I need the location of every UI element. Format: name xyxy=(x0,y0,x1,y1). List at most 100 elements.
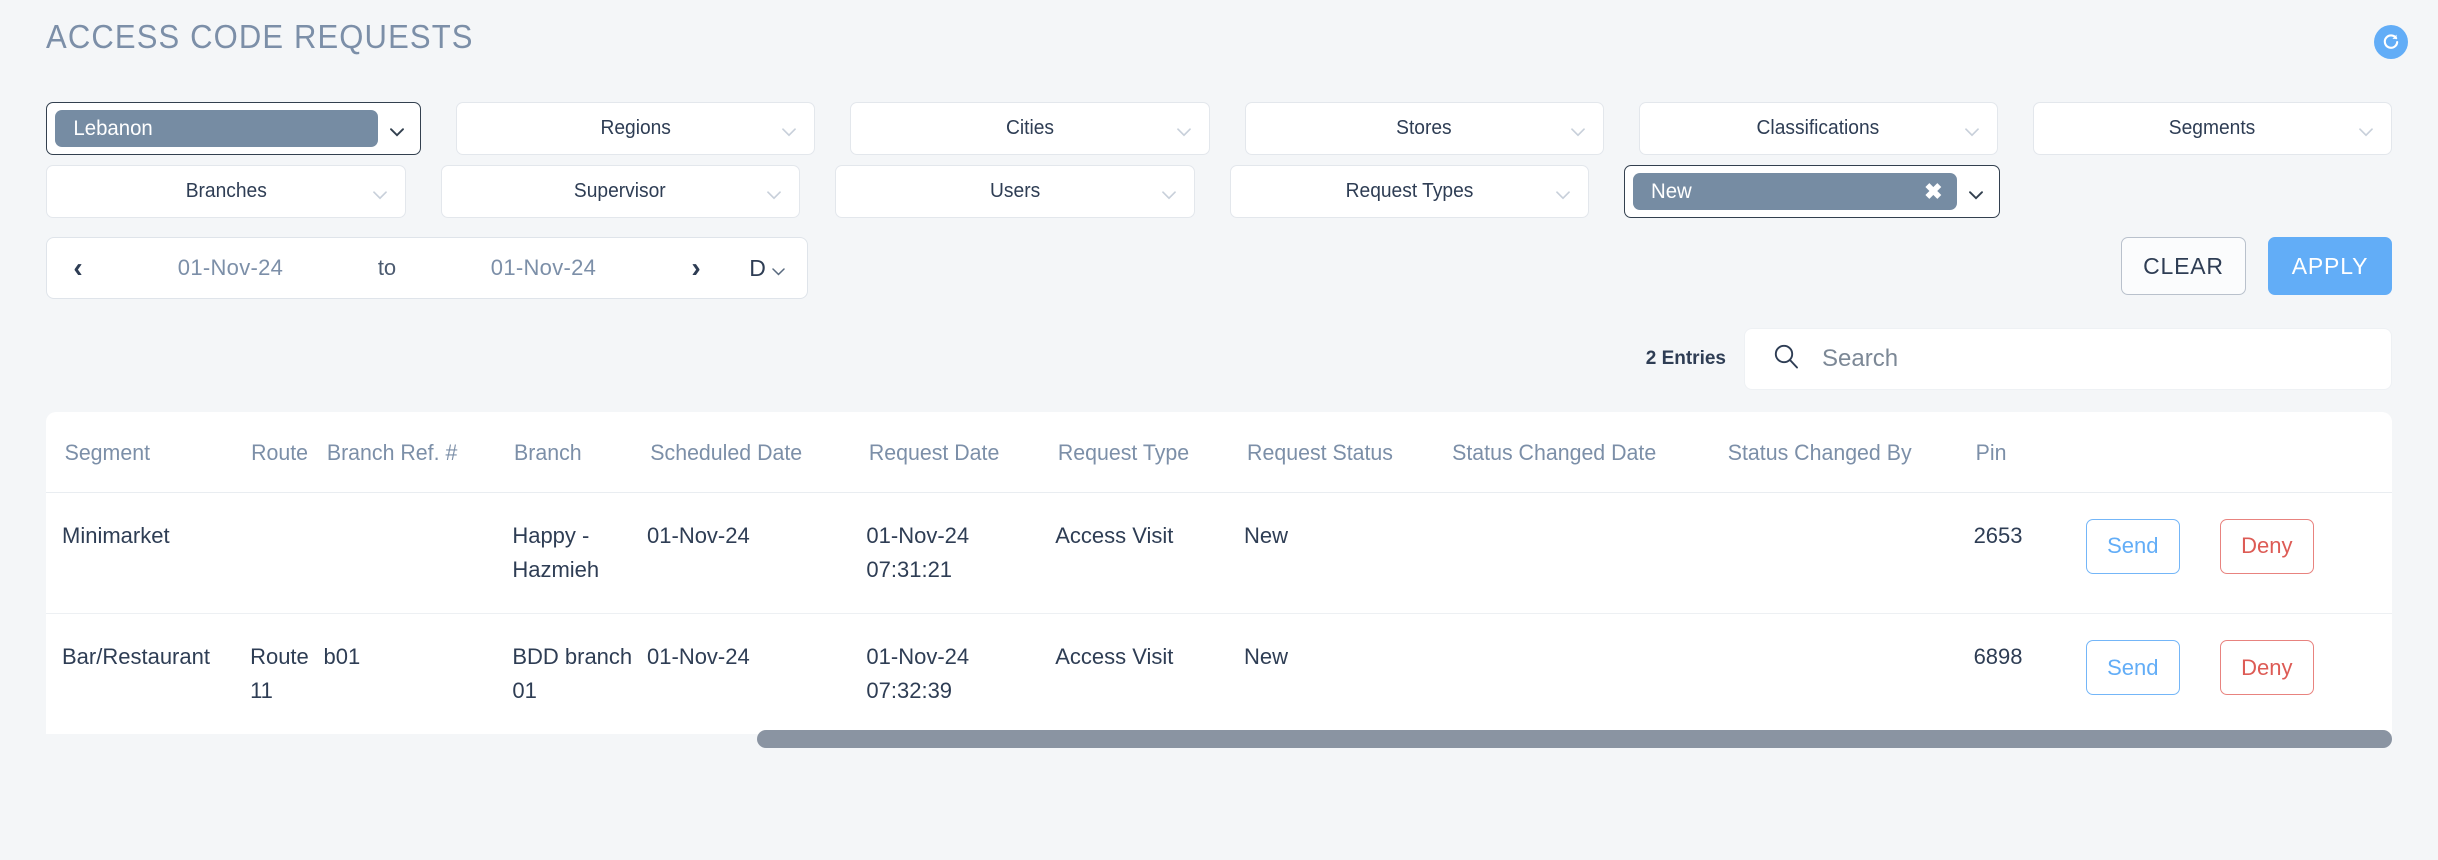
chevron-down-icon xyxy=(1161,187,1176,199)
filter-country-value: Lebanon xyxy=(73,116,153,140)
table-header-row: Segment Route Branch Ref. # Branch Sched… xyxy=(46,412,2392,493)
filter-request-types[interactable]: Request Types xyxy=(1229,165,1589,218)
column-header-request-type[interactable]: Request Type xyxy=(1058,412,1242,493)
filter-regions-label: Regions xyxy=(600,117,671,139)
filter-supervisor[interactable]: Supervisor xyxy=(440,165,800,218)
apply-button[interactable]: APPLY xyxy=(2268,237,2392,295)
cell-status-changed-date xyxy=(1448,492,1724,615)
filters-panel: Lebanon Regions Cities Stores Classifica… xyxy=(46,102,2393,228)
entries-count: 2 Entries xyxy=(1645,348,1726,369)
search-icon xyxy=(1773,343,1800,375)
filter-country-chip: Lebanon xyxy=(55,110,379,147)
chevron-down-icon xyxy=(1570,124,1585,136)
filter-users[interactable]: Users xyxy=(835,165,1195,218)
chevron-down-icon xyxy=(2359,124,2373,136)
filter-branches[interactable]: Branches xyxy=(46,165,406,218)
filter-segments[interactable]: Segments xyxy=(2032,102,2393,155)
filter-classifications[interactable]: Classifications xyxy=(1638,102,1998,155)
column-header-status-changed-by[interactable]: Status Changed By xyxy=(1727,412,1970,493)
chevron-down-icon xyxy=(1556,187,1570,199)
access-code-requests-page: ACCESS CODE REQUESTS Lebanon Regions Cit… xyxy=(0,0,2438,860)
deny-button[interactable]: Deny xyxy=(2219,640,2314,696)
filter-request-status-value: New xyxy=(1651,179,1692,203)
page-title: ACCESS CODE REQUESTS xyxy=(46,18,474,55)
cell-request-type: Access Visit xyxy=(1055,492,1244,615)
filter-cities[interactable]: Cities xyxy=(850,102,1210,155)
column-header-request-date[interactable]: Request Date xyxy=(869,412,1053,493)
filter-branches-label: Branches xyxy=(185,180,267,202)
requests-table: Segment Route Branch Ref. # Branch Sched… xyxy=(46,412,2392,735)
cell-scheduled-date: 01-Nov-24 xyxy=(647,644,750,670)
chevron-down-icon xyxy=(767,187,781,199)
chevron-down-icon xyxy=(772,255,785,282)
cell-actions: Send Deny xyxy=(2085,492,2392,615)
cell-pin: 2653 xyxy=(1973,492,2086,615)
cell-request-type: Access Visit xyxy=(1055,644,1174,670)
column-header-request-status[interactable]: Request Status xyxy=(1247,412,1445,493)
chevron-down-icon xyxy=(782,124,797,136)
filter-segments-label: Segments xyxy=(2169,117,2256,139)
cell-scheduled-date: 01-Nov-24 xyxy=(647,492,867,615)
cell-status-changed-by xyxy=(1723,492,1974,615)
column-header-branch[interactable]: Branch xyxy=(514,412,645,493)
chevron-down-icon xyxy=(1965,124,1979,136)
refresh-icon xyxy=(2381,32,2401,52)
filter-regions[interactable]: Regions xyxy=(456,102,816,155)
filter-row2-spacer xyxy=(2035,165,2393,218)
refresh-button[interactable] xyxy=(2374,25,2408,59)
send-button[interactable]: Send xyxy=(2085,519,2180,574)
date-separator: to xyxy=(377,255,397,280)
cell-branch: Happy - Hazmieh xyxy=(512,492,648,615)
date-and-actions-row: ‹ 01-Nov-24 to 01-Nov-24 › D CLEAR APPLY xyxy=(46,237,2392,299)
filter-cities-label: Cities xyxy=(1005,117,1054,139)
close-icon[interactable]: ✖ xyxy=(1914,180,1942,203)
filter-stores[interactable]: Stores xyxy=(1244,102,1604,155)
date-mode-value: D xyxy=(749,254,766,281)
filter-request-status-chip: New ✖ xyxy=(1633,173,1957,210)
column-header-status-changed-date[interactable]: Status Changed Date xyxy=(1452,412,1720,493)
cell-branch-ref: b01 xyxy=(323,644,361,670)
clear-button[interactable]: CLEAR xyxy=(2121,237,2246,295)
date-mode-selector[interactable]: D xyxy=(727,255,807,282)
column-header-pin[interactable]: Pin xyxy=(1975,412,2085,493)
cell-segment: Minimarket xyxy=(46,492,251,615)
cell-status-changed-date xyxy=(1448,614,1724,735)
filter-country[interactable]: Lebanon xyxy=(46,102,422,155)
filter-users-label: Users xyxy=(989,180,1040,202)
search-input[interactable]: Search xyxy=(1744,328,2392,390)
filter-supervisor-label: Supervisor xyxy=(574,180,667,202)
table-row[interactable]: Minimarket Happy - Hazmieh 01-Nov-24 01-… xyxy=(46,492,2392,615)
cell-actions: Send Deny xyxy=(2085,614,2392,735)
chevron-down-icon xyxy=(372,187,387,199)
table-row[interactable]: Bar/Restaurant Route 11 b01 BDD branch 0… xyxy=(46,614,2392,735)
table-toolbar: 2 Entries Search xyxy=(1646,328,2392,390)
cell-request-date: 01-Nov-24 07:31:21 xyxy=(866,492,1056,615)
cell-route xyxy=(250,492,324,615)
column-header-actions xyxy=(2090,412,2388,493)
column-header-branch-ref[interactable]: Branch Ref. # xyxy=(326,412,510,493)
date-from[interactable]: 01-Nov-24 xyxy=(109,255,352,281)
send-button[interactable]: Send xyxy=(2085,640,2180,696)
chevron-down-icon xyxy=(1176,124,1191,136)
cell-route: Route 11 xyxy=(250,644,309,704)
filter-request-types-label: Request Types xyxy=(1345,180,1474,202)
cell-pin: 6898 xyxy=(1973,644,2023,670)
deny-button[interactable]: Deny xyxy=(2219,519,2314,574)
date-to[interactable]: 01-Nov-24 xyxy=(422,255,665,281)
chevron-right-icon[interactable]: › xyxy=(665,252,727,284)
filter-row-1: Lebanon Regions Cities Stores Classifica… xyxy=(46,102,2393,155)
filter-row-2: Branches Supervisor Users Request Types xyxy=(46,165,2392,218)
date-range-picker[interactable]: ‹ 01-Nov-24 to 01-Nov-24 › D xyxy=(46,237,808,299)
chevron-left-icon[interactable]: ‹ xyxy=(47,252,109,284)
cell-branch-ref xyxy=(323,492,513,615)
chevron-down-icon xyxy=(1968,187,1983,200)
cell-request-date: 01-Nov-24 07:32:39 xyxy=(866,644,970,704)
column-header-route[interactable]: Route xyxy=(251,412,323,493)
cell-request-status: New xyxy=(1243,492,1449,615)
filter-request-status[interactable]: New ✖ xyxy=(1624,165,2000,218)
column-header-segment[interactable]: Segment xyxy=(49,412,248,493)
horizontal-scrollbar[interactable] xyxy=(46,730,2392,748)
horizontal-scrollbar-thumb[interactable] xyxy=(757,730,2392,748)
filter-stores-label: Stores xyxy=(1396,117,1452,139)
column-header-scheduled-date[interactable]: Scheduled Date xyxy=(650,412,864,493)
